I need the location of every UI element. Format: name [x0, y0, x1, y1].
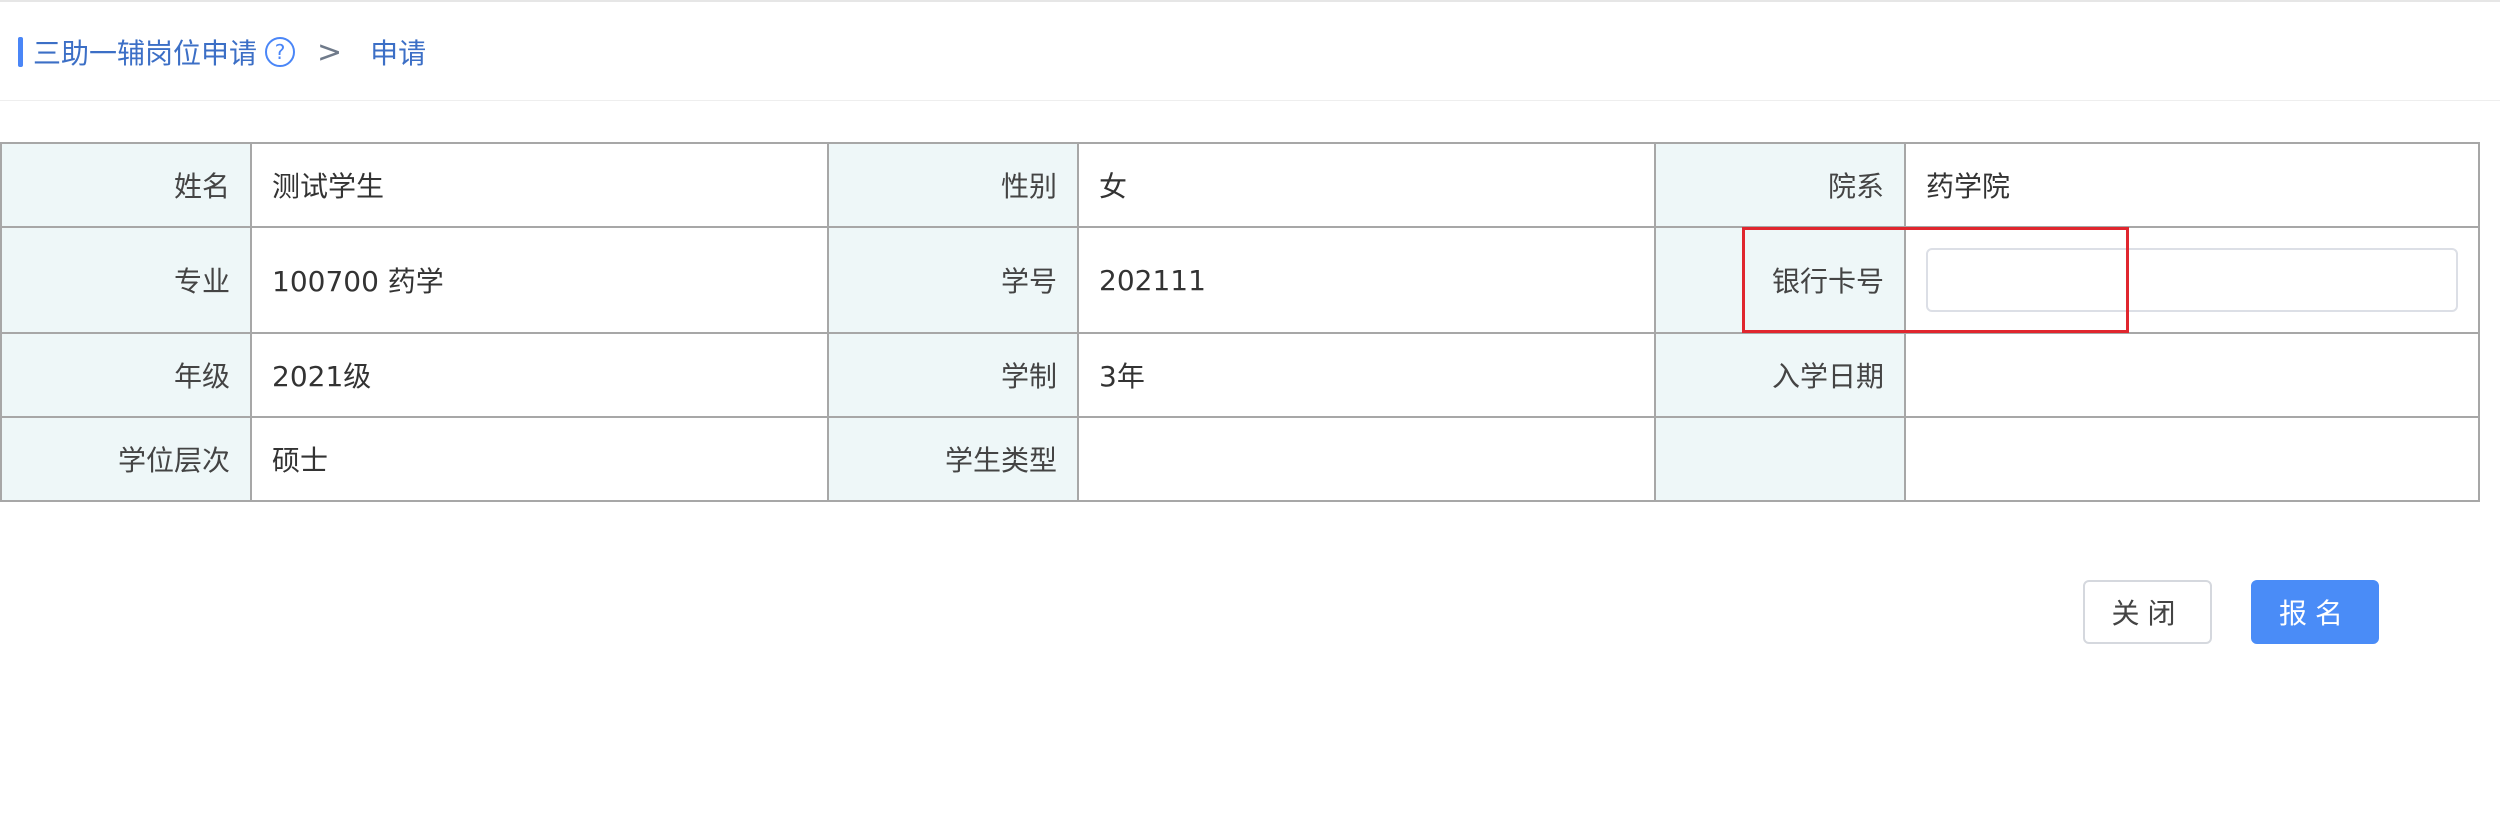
enrollment-date-value: [1904, 332, 2480, 418]
gender-label: 性别: [827, 142, 1079, 228]
top-border: [0, 0, 2500, 2]
study-length-value: 3年: [1077, 332, 1656, 418]
major-label: 专业: [0, 226, 252, 334]
study-length-label: 学制: [827, 332, 1079, 418]
table-row: 姓名 测试学生 性别 女 院系 药学院: [0, 142, 2480, 228]
bank-card-cell: [1904, 226, 2480, 334]
degree-level-label: 学位层次: [0, 416, 252, 502]
bank-card-input[interactable]: [1926, 248, 2458, 312]
student-id-value: 202111: [1077, 226, 1656, 334]
name-label: 姓名: [0, 142, 252, 228]
student-type-label: 学生类型: [827, 416, 1079, 502]
grade-value: 2021级: [250, 332, 829, 418]
empty-label: [1654, 416, 1906, 502]
department-value: 药学院: [1904, 142, 2480, 228]
table-row: 专业 100700 药学 学号 202111 银行卡号: [0, 226, 2480, 334]
breadcrumb: 三助一辅岗位申请 ? > 申请: [18, 28, 426, 76]
breadcrumb-accent-bar: [18, 37, 23, 67]
student-type-value: [1077, 416, 1656, 502]
student-info-table: 姓名 测试学生 性别 女 院系 药学院 专业 100700 药学 学号 2021…: [0, 142, 2480, 502]
major-value: 100700 药学: [250, 226, 829, 334]
empty-value: [1904, 416, 2480, 502]
table-row: 年级 2021级 学制 3年 入学日期: [0, 332, 2480, 418]
table-row: 学位层次 硕士 学生类型: [0, 416, 2480, 502]
apply-button[interactable]: 报名: [2251, 580, 2379, 644]
gender-value: 女: [1077, 142, 1656, 228]
close-button[interactable]: 关闭: [2083, 580, 2212, 644]
breadcrumb-current: 申请: [370, 37, 427, 70]
name-value: 测试学生: [250, 142, 829, 228]
department-label: 院系: [1654, 142, 1906, 228]
breadcrumb-parent[interactable]: 三助一辅岗位申请: [33, 32, 257, 72]
grade-label: 年级: [0, 332, 252, 418]
chevron-right-icon: >: [317, 34, 343, 70]
degree-level-value: 硕士: [250, 416, 829, 502]
bank-card-label: 银行卡号: [1654, 226, 1906, 334]
header-divider: [0, 100, 2500, 101]
enrollment-date-label: 入学日期: [1654, 332, 1906, 418]
student-id-label: 学号: [827, 226, 1079, 334]
help-icon[interactable]: ?: [265, 37, 296, 67]
